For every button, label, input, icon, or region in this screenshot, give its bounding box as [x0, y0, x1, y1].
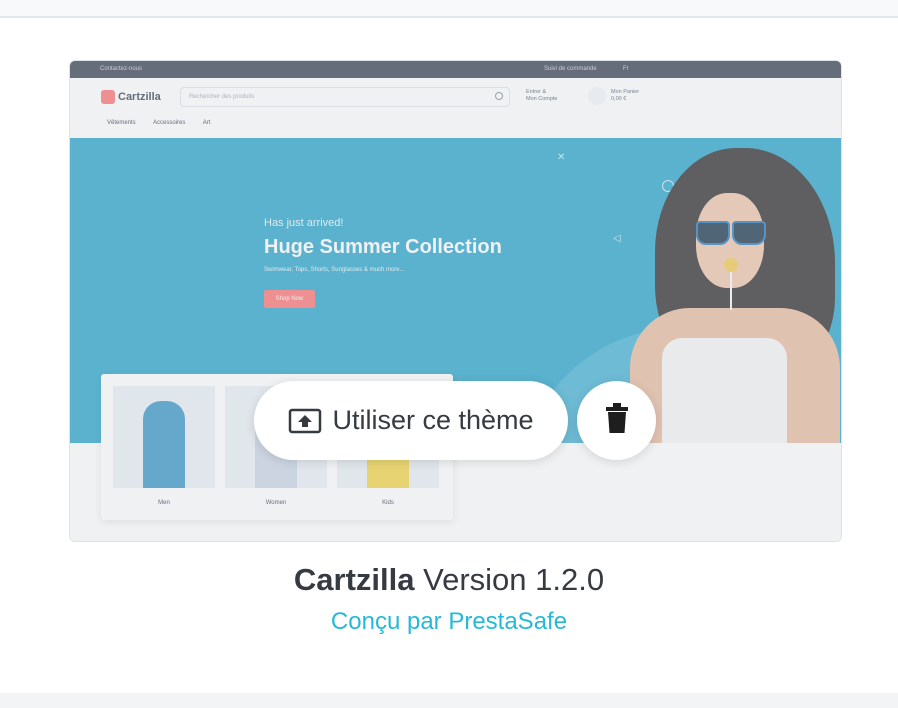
- theme-author: Conçu par PrestaSafe: [330, 608, 568, 635]
- trash-icon: [605, 403, 629, 438]
- theme-version: Version 1.2.0: [423, 562, 605, 597]
- delete-theme-button[interactable]: [577, 381, 656, 460]
- bottom-strip: [0, 693, 898, 708]
- use-theme-button[interactable]: Utiliser ce thème: [254, 381, 568, 460]
- upload-icon: [288, 408, 322, 434]
- theme-name: Cartzilla: [293, 562, 415, 597]
- theme-title: Cartzilla Version 1.2.0: [0, 562, 898, 598]
- top-strip: [0, 0, 898, 18]
- use-theme-label: Utiliser ce thème: [332, 405, 534, 435]
- preview-hover-overlay: [70, 61, 841, 541]
- theme-preview: Contactez-nous Suivi de commande Fr Cart…: [69, 60, 842, 542]
